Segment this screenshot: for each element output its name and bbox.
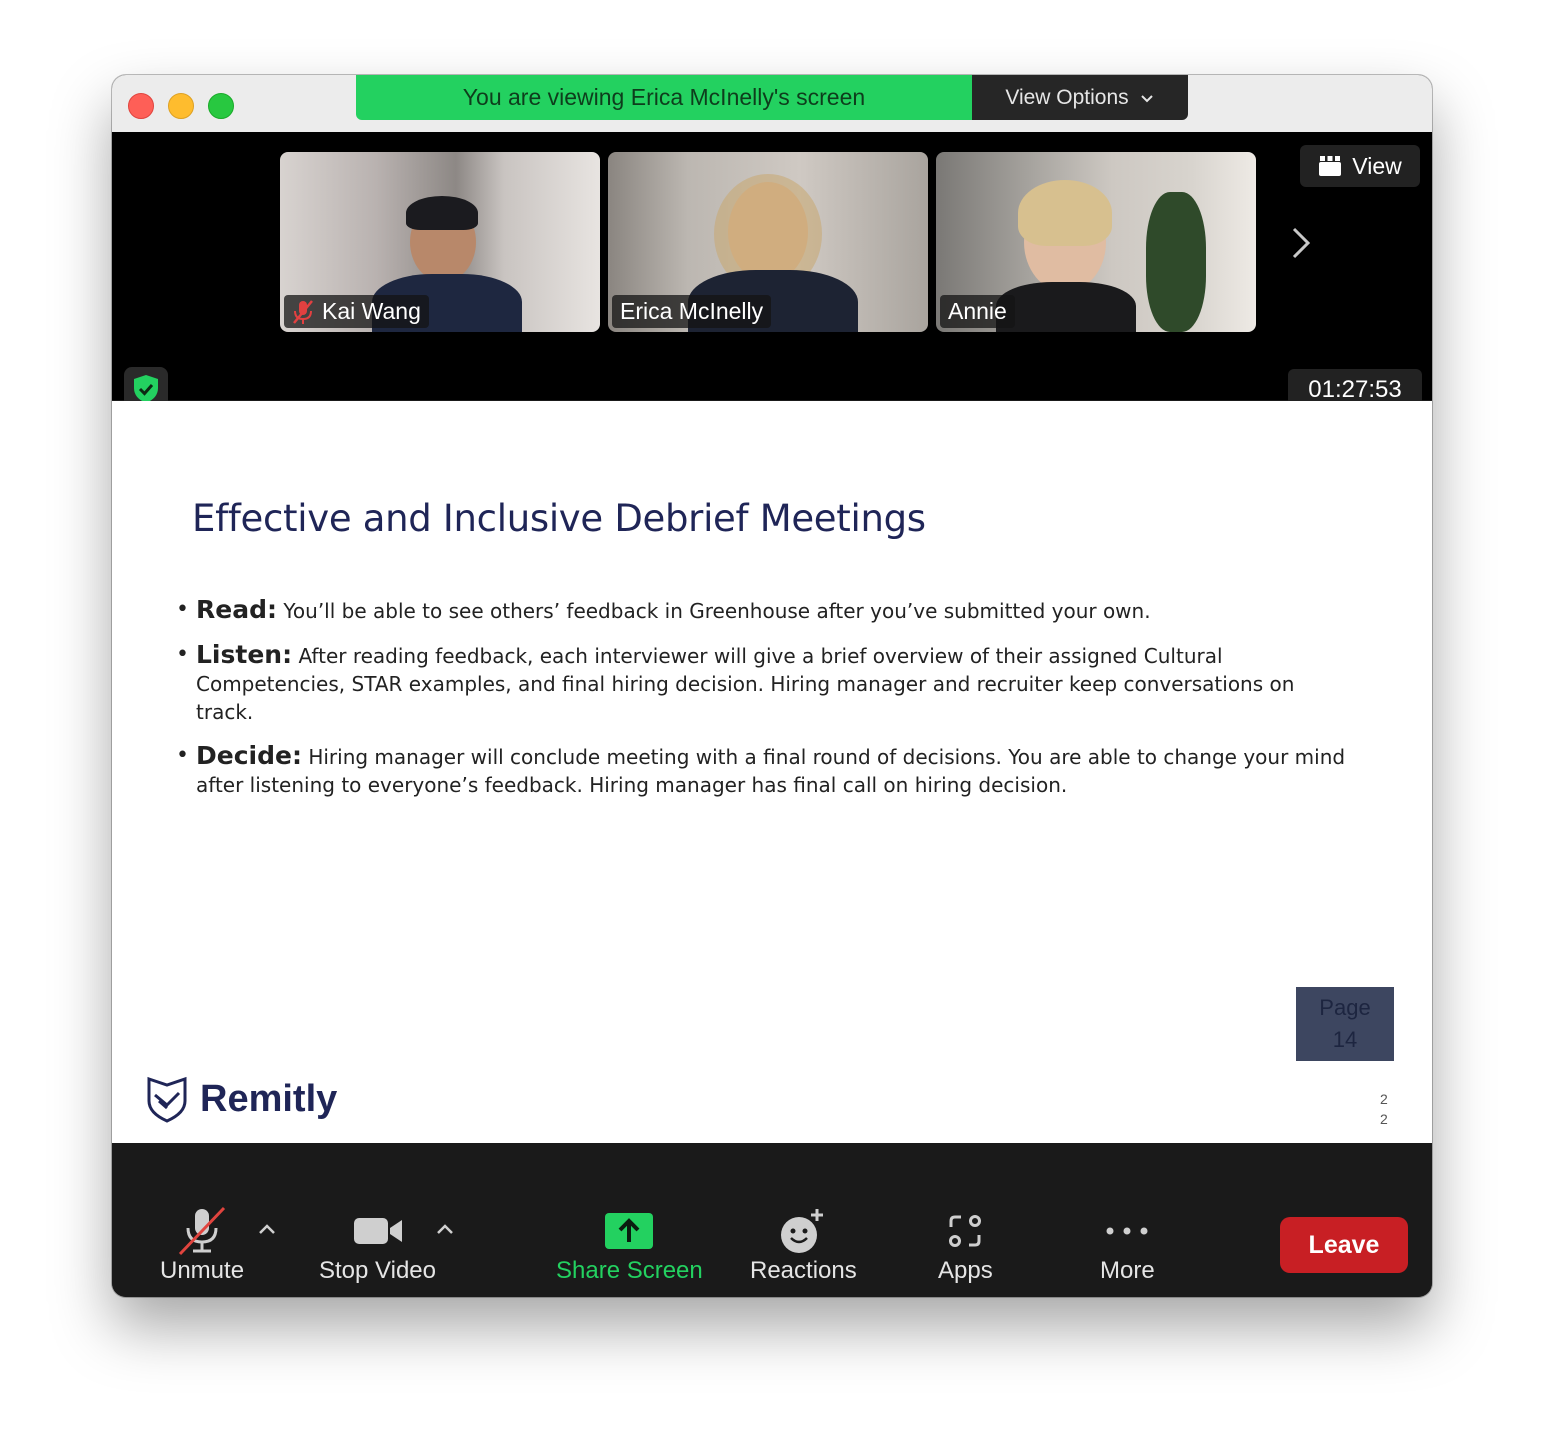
gallery-view-icon (1319, 156, 1342, 176)
stop-video-button[interactable]: Stop Video (319, 1205, 436, 1285)
meeting-toolbar: Unmute Stop Video Share Screen Reactions (112, 1185, 1432, 1297)
apps-label: Apps (938, 1257, 993, 1284)
video-camera-icon (352, 1205, 404, 1257)
zoom-window: You are viewing Erica McInelly's screen … (112, 75, 1432, 1297)
zoom-window-button[interactable] (208, 93, 234, 119)
screen-share-banner-text: You are viewing Erica McInelly's screen (462, 84, 866, 110)
bullet-text: You’ll be able to see others’ feedback i… (283, 599, 1151, 623)
slide-title: Effective and Inclusive Debrief Meetings (192, 497, 926, 540)
slide-number: 2 2 (1380, 1089, 1388, 1129)
participant-name-tag: Kai Wang (284, 295, 429, 328)
shared-screen-slide: Effective and Inclusive Debrief Meetings… (112, 401, 1432, 1143)
bullet-text: After reading feedback, each interviewer… (196, 644, 1295, 724)
apps-icon (947, 1205, 983, 1257)
share-screen-label: Share Screen (556, 1257, 703, 1284)
meeting-timer-text: 01:27:53 (1308, 376, 1402, 403)
reactions-button[interactable]: Reactions (750, 1205, 857, 1285)
share-screen-icon (604, 1205, 654, 1257)
reactions-label: Reactions (750, 1257, 857, 1284)
participant-name-tag: Annie (940, 295, 1015, 328)
page-number-box: Page 14 (1296, 987, 1394, 1061)
more-dots-icon (1105, 1205, 1149, 1257)
participant-name-tag: Erica McInelly (612, 295, 772, 328)
participant-hair (406, 196, 478, 230)
title-bar: You are viewing Erica McInelly's screen … (112, 75, 1432, 132)
slide-bullet: Read: You’ll be able to see others’ feed… (176, 596, 1356, 625)
participant-hair (1018, 180, 1112, 246)
participant-name: Kai Wang (322, 298, 421, 324)
close-window-button[interactable] (128, 93, 154, 119)
page-value: 14 (1332, 1027, 1358, 1052)
remitly-logo: Remitly (146, 1075, 337, 1123)
bullet-label: Decide: (196, 741, 302, 770)
apps-button[interactable]: Apps (938, 1205, 993, 1285)
screen-share-banner: You are viewing Erica McInelly's screen (356, 75, 972, 120)
stop-video-label: Stop Video (319, 1257, 436, 1284)
bullet-label: Read: (196, 595, 277, 624)
video-tile-erica-mcinelly[interactable]: Erica McInelly (608, 152, 928, 332)
share-screen-button[interactable]: Share Screen (556, 1205, 703, 1285)
more-button[interactable]: More (1100, 1205, 1155, 1285)
leave-label: Leave (1308, 1230, 1380, 1259)
video-gallery-strip: Kai Wang Erica McInelly Annie View (112, 132, 1432, 400)
remitly-logo-text: Remitly (200, 1077, 338, 1120)
microphone-muted-icon (293, 299, 313, 324)
slide-bullet: Listen: After reading feedback, each int… (176, 641, 1356, 726)
slide-bullet: Decide: Hiring manager will conclude mee… (176, 742, 1356, 799)
participant-name: Annie (948, 298, 1007, 324)
bullet-label: Listen: (196, 640, 293, 669)
microphone-muted-icon (176, 1205, 228, 1257)
slide-number-line: 2 (1380, 1091, 1388, 1107)
video-tile-kai-wang[interactable]: Kai Wang (280, 152, 600, 332)
video-tile-annie[interactable]: Annie (936, 152, 1256, 332)
page-label: Page (1319, 995, 1371, 1020)
plant-background (1146, 192, 1206, 332)
leave-button[interactable]: Leave (1280, 1217, 1408, 1273)
participant-body (996, 282, 1136, 332)
participant-name: Erica McInelly (620, 298, 764, 324)
next-page-arrow-icon[interactable] (1290, 226, 1312, 270)
emoji-plus-icon (779, 1205, 827, 1257)
unmute-label: Unmute (160, 1257, 245, 1284)
minimize-window-button[interactable] (168, 93, 194, 119)
video-options-caret-icon[interactable] (436, 1215, 454, 1241)
chevron-down-icon (1140, 94, 1153, 102)
view-button[interactable]: View (1300, 145, 1420, 187)
remitly-shield-icon (147, 1076, 187, 1123)
bullet-text: Hiring manager will conclude meeting wit… (196, 745, 1346, 797)
view-button-label: View (1352, 152, 1402, 179)
more-label: More (1100, 1257, 1155, 1284)
audio-options-caret-icon[interactable] (258, 1215, 276, 1241)
slide-number-line: 2 (1380, 1111, 1388, 1127)
view-options-button[interactable]: View Options (972, 75, 1188, 120)
view-options-label: View Options (1005, 85, 1129, 109)
unmute-button[interactable]: Unmute (160, 1205, 244, 1285)
slide-bullet-list: Read: You’ll be able to see others’ feed… (176, 596, 1356, 815)
